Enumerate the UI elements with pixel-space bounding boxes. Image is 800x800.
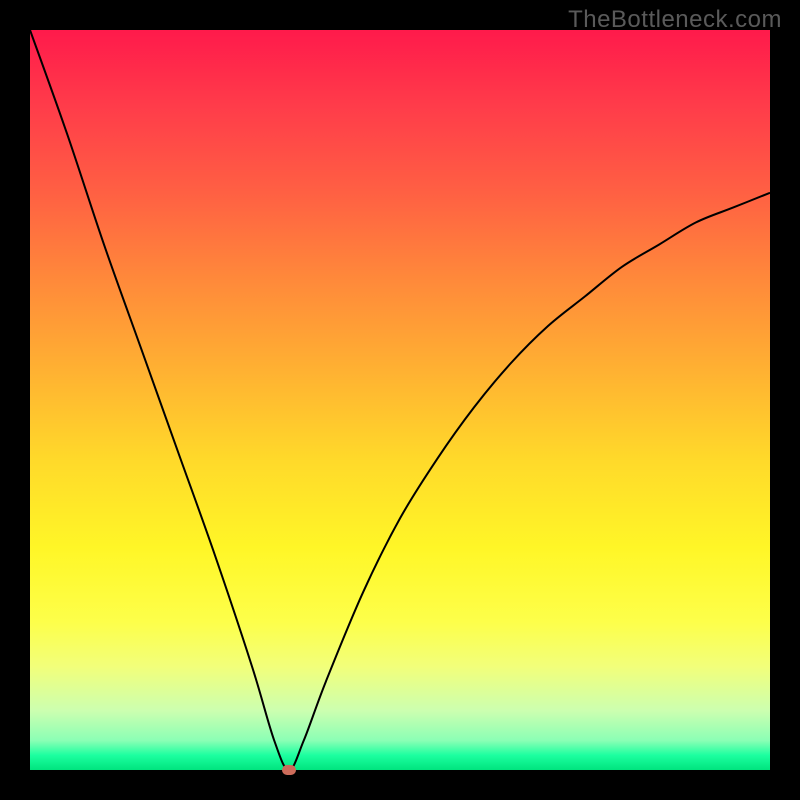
bottleneck-curve — [30, 30, 770, 770]
minimum-marker — [282, 765, 296, 775]
chart-frame: TheBottleneck.com — [0, 0, 800, 800]
plot-area — [30, 30, 770, 770]
curve-svg — [30, 30, 770, 770]
